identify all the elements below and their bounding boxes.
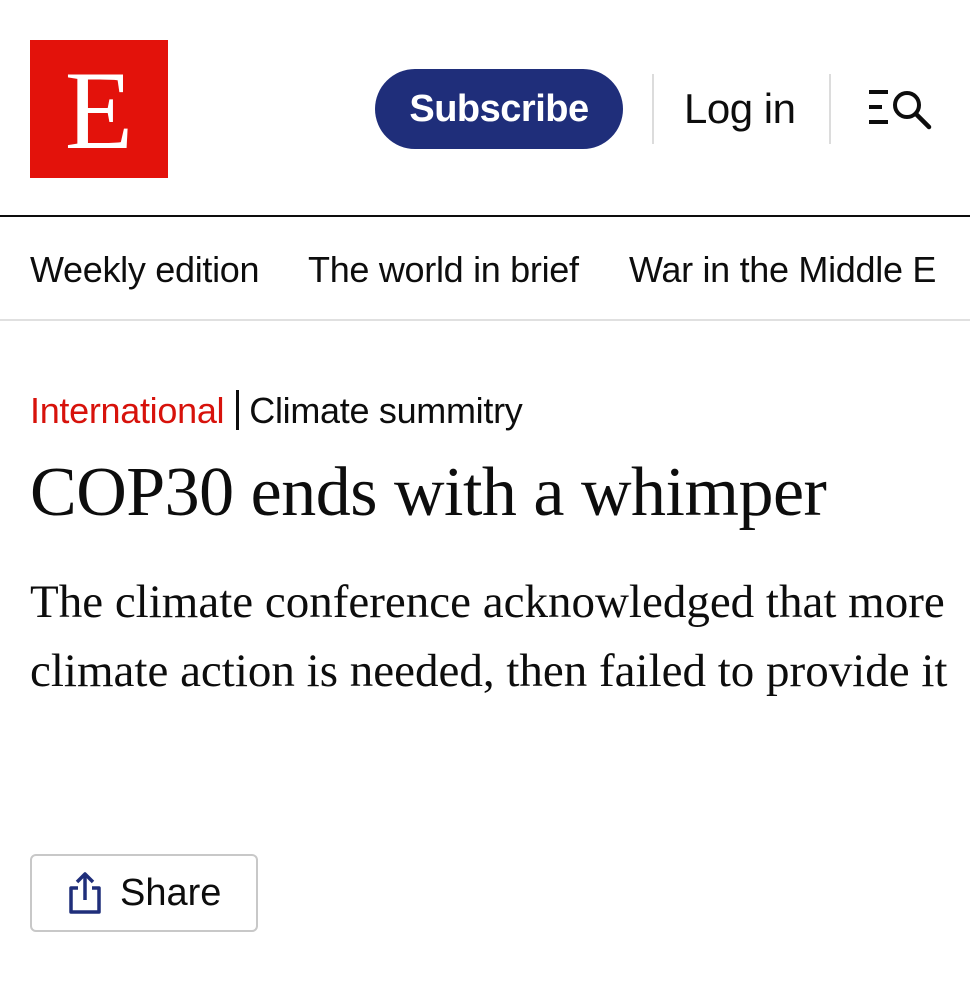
menu-search-button[interactable] xyxy=(866,86,934,132)
nav-item-world-in-brief[interactable]: The world in brief xyxy=(308,247,579,293)
share-label: Share xyxy=(120,871,222,914)
article-headline: COP30 ends with a whimper xyxy=(30,454,827,531)
share-icon xyxy=(69,872,101,914)
site-header: E Subscribe Log in xyxy=(0,0,970,217)
subscribe-button[interactable]: Subscribe xyxy=(375,69,623,149)
economist-logo[interactable]: E xyxy=(30,40,168,178)
section-link[interactable]: International xyxy=(30,390,225,431)
header-divider xyxy=(829,74,831,144)
login-link[interactable]: Log in xyxy=(684,82,796,136)
menu-search-icon xyxy=(869,90,932,130)
nav-item-weekly-edition[interactable]: Weekly edition xyxy=(30,247,260,293)
nav-item-war-middle-east[interactable]: War in the Middle E xyxy=(629,247,936,293)
article-kicker: International Climate summitry xyxy=(30,388,523,434)
section-nav: Weekly edition The world in brief War in… xyxy=(0,217,970,321)
share-button[interactable]: Share xyxy=(30,854,258,932)
article-standfirst: The climate conference acknowledged that… xyxy=(30,576,948,697)
logo-letter: E xyxy=(64,49,134,173)
header-divider xyxy=(652,74,654,144)
kicker-separator xyxy=(236,390,240,430)
topic-label: Climate summitry xyxy=(249,390,523,431)
